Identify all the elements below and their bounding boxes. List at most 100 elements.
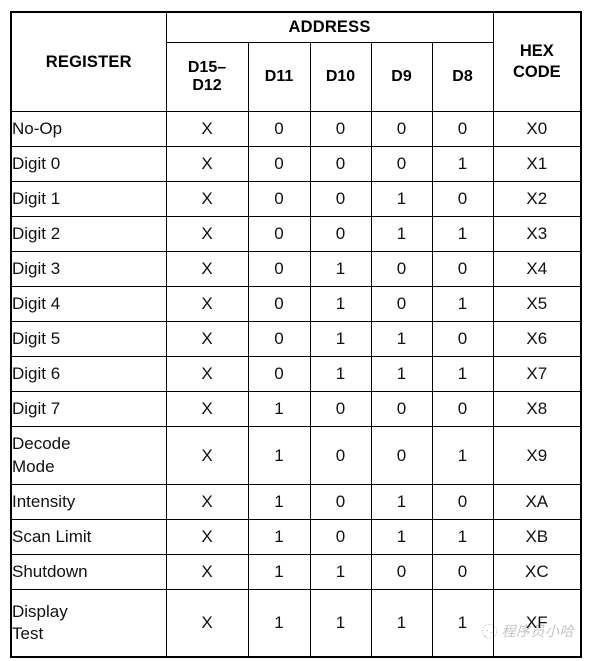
bit-cell: 0: [247, 286, 311, 322]
register-name-cell: Digit 4: [10, 286, 167, 322]
bit-cell: X: [165, 426, 249, 485]
bit-cell: X: [165, 216, 249, 252]
hex-code-cell: X8: [492, 391, 582, 427]
bit-cell: 1: [370, 321, 433, 357]
bit-cell: 0: [247, 181, 311, 217]
bit-cell: 1: [309, 251, 372, 287]
hex-code-cell: X0: [492, 111, 582, 147]
bit-cell: X: [165, 286, 249, 322]
bit-cell: X: [165, 356, 249, 392]
table-row: Scan Limit X 1 0 1 1 XB: [10, 519, 582, 555]
bit-cell: 0: [309, 216, 372, 252]
bit-cell: 1: [431, 519, 494, 555]
bit-cell: 1: [370, 519, 433, 555]
register-name-line-2: Test: [12, 624, 44, 643]
bit-cell: 1: [247, 484, 311, 520]
table-body: No-Op X 0 0 0 0 X0 Digit 0 X 0 0 0 1 X1 Digit 1 X 0 0 1 0 X2…: [10, 111, 582, 658]
bit-cell: 0: [431, 321, 494, 357]
bit-cell: 1: [309, 286, 372, 322]
bit-cell: 0: [309, 519, 372, 555]
bit-cell: 0: [247, 146, 311, 182]
register-name-cell: Intensity: [10, 484, 167, 520]
register-name-cell: Digit 1: [10, 181, 167, 217]
bit-d15-d12-line-1: D15–: [187, 58, 227, 76]
bit-cell: 0: [309, 391, 372, 427]
register-name-cell: Display Test: [10, 589, 167, 658]
bit-cell: 1: [431, 589, 494, 658]
bit-cell: 0: [247, 321, 311, 357]
hex-code-cell: X5: [492, 286, 582, 322]
table-row: Digit 0 X 0 0 0 1 X1: [10, 146, 582, 182]
bit-cell: X: [165, 181, 249, 217]
table-row: Intensity X 1 0 1 0 XA: [10, 484, 582, 520]
register-name-cell: Scan Limit: [10, 519, 167, 555]
register-name-cell: Digit 2: [10, 216, 167, 252]
table-row: Digit 1 X 0 0 1 0 X2: [10, 181, 582, 217]
register-address-map-table: REGISTER ADDRESS HEX CODE D15– D12 D11 D…: [10, 11, 583, 658]
hex-code-cell: X7: [492, 356, 582, 392]
bit-cell: 1: [247, 391, 311, 427]
table-row: No-Op X 0 0 0 0 X0: [10, 111, 582, 147]
table-row: Display Test X 1 1 1 1 XF: [10, 589, 582, 658]
bit-cell: 1: [370, 589, 433, 658]
bit-cell: X: [165, 146, 249, 182]
bit-cell: 1: [431, 286, 494, 322]
bit-cell: 0: [370, 426, 433, 485]
bit-cell: X: [165, 251, 249, 287]
bit-cell: 0: [431, 181, 494, 217]
column-header-hex-code: HEX CODE: [492, 11, 582, 112]
column-header-bit-d8: D8: [431, 42, 494, 112]
column-header-bit-d9: D9: [370, 42, 433, 112]
bit-cell: 1: [431, 146, 494, 182]
header-row-top: REGISTER ADDRESS HEX CODE: [10, 11, 582, 112]
bit-cell: 0: [309, 111, 372, 147]
bit-cell: 0: [247, 251, 311, 287]
hex-code-cell: X1: [492, 146, 582, 182]
column-header-address-group: ADDRESS: [165, 11, 494, 43]
table-row: Digit 2 X 0 0 1 1 X3: [10, 216, 582, 252]
table-row: Shutdown X 1 1 0 0 XC: [10, 554, 582, 590]
register-name-cell: Digit 3: [10, 251, 167, 287]
bit-cell: 0: [431, 111, 494, 147]
column-header-bit-d10: D10: [309, 42, 372, 112]
register-table: REGISTER ADDRESS HEX CODE D15– D12 D11 D…: [10, 11, 583, 658]
bit-cell: 0: [431, 484, 494, 520]
bit-cell: 1: [431, 426, 494, 485]
bit-cell: X: [165, 321, 249, 357]
table-header: REGISTER ADDRESS HEX CODE D15– D12 D11 D…: [10, 11, 582, 112]
hex-code-cell: X3: [492, 216, 582, 252]
hex-code-cell: XB: [492, 519, 582, 555]
table-row: Decode Mode X 1 0 0 1 X9: [10, 426, 582, 485]
hex-code-line-1: HEX: [519, 42, 554, 61]
bit-cell: 1: [309, 356, 372, 392]
bit-cell: 0: [370, 251, 433, 287]
hex-code-line-2: CODE: [512, 63, 561, 81]
bit-cell: 1: [247, 426, 311, 485]
bit-cell: X: [165, 589, 249, 658]
register-name-cell: Digit 0: [10, 146, 167, 182]
register-name-cell: Digit 7: [10, 391, 167, 427]
bit-cell: 1: [431, 216, 494, 252]
bit-cell: 0: [247, 216, 311, 252]
bit-cell: 0: [431, 554, 494, 590]
table-row: Digit 3 X 0 1 0 0 X4: [10, 251, 582, 287]
bit-cell: 0: [370, 391, 433, 427]
bit-cell: X: [165, 554, 249, 590]
hex-code-cell: X2: [492, 181, 582, 217]
bit-cell: X: [165, 484, 249, 520]
table-row: Digit 7 X 1 0 0 0 X8: [10, 391, 582, 427]
hex-code-cell: X6: [492, 321, 582, 357]
bit-cell: X: [165, 391, 249, 427]
bit-cell: 1: [370, 484, 433, 520]
bit-cell: 0: [309, 181, 372, 217]
bit-cell: 1: [309, 321, 372, 357]
register-name-cell: Decode Mode: [10, 426, 167, 485]
column-header-register: REGISTER: [10, 11, 167, 112]
bit-cell: 1: [309, 554, 372, 590]
table-row: Digit 6 X 0 1 1 1 X7: [10, 356, 582, 392]
hex-code-cell: XC: [492, 554, 582, 590]
column-header-bit-d11: D11: [247, 42, 311, 112]
bit-cell: 0: [370, 554, 433, 590]
table-row: Digit 5 X 0 1 1 0 X6: [10, 321, 582, 357]
hex-code-cell: X4: [492, 251, 582, 287]
